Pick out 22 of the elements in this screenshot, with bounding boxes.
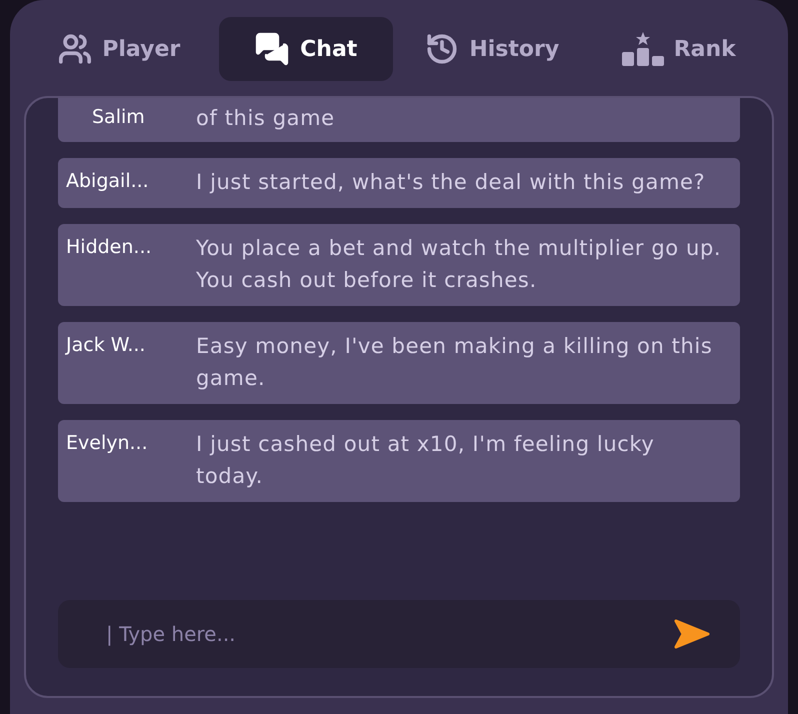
send-button[interactable] bbox=[674, 619, 710, 649]
user-name: Salim bbox=[91, 105, 146, 130]
user-name: Abigail... bbox=[66, 169, 150, 194]
message-text: Easy money, I've been making a killing on this game. bbox=[196, 333, 714, 392]
message-text: I just cashed out at x10, I'm feeling lucky today. bbox=[196, 431, 656, 490]
chat-icon bbox=[254, 31, 290, 67]
history-icon bbox=[425, 32, 460, 66]
tab[interactable]: Rank bbox=[592, 17, 766, 81]
tab[interactable]: Player bbox=[32, 17, 206, 81]
message-text: I just started, what's the deal with this game? bbox=[196, 169, 706, 196]
message-text: of this game bbox=[196, 105, 336, 132]
message-text: You place a bet and watch the multiplier go up. You cash out before it crashes. bbox=[196, 235, 722, 294]
users-icon bbox=[58, 32, 92, 66]
input-bar[interactable]: | Type here... bbox=[58, 600, 740, 668]
user-name: Hidden... bbox=[66, 235, 153, 260]
podium-icon bbox=[622, 32, 664, 66]
message-input[interactable]: | Type here... bbox=[104, 621, 674, 647]
send-icon bbox=[674, 619, 710, 649]
user-name: Jack W... bbox=[66, 333, 146, 358]
user-name: Evelyn... bbox=[66, 431, 149, 456]
tab[interactable]: Chat bbox=[218, 17, 393, 81]
tab[interactable]: History bbox=[405, 17, 580, 81]
